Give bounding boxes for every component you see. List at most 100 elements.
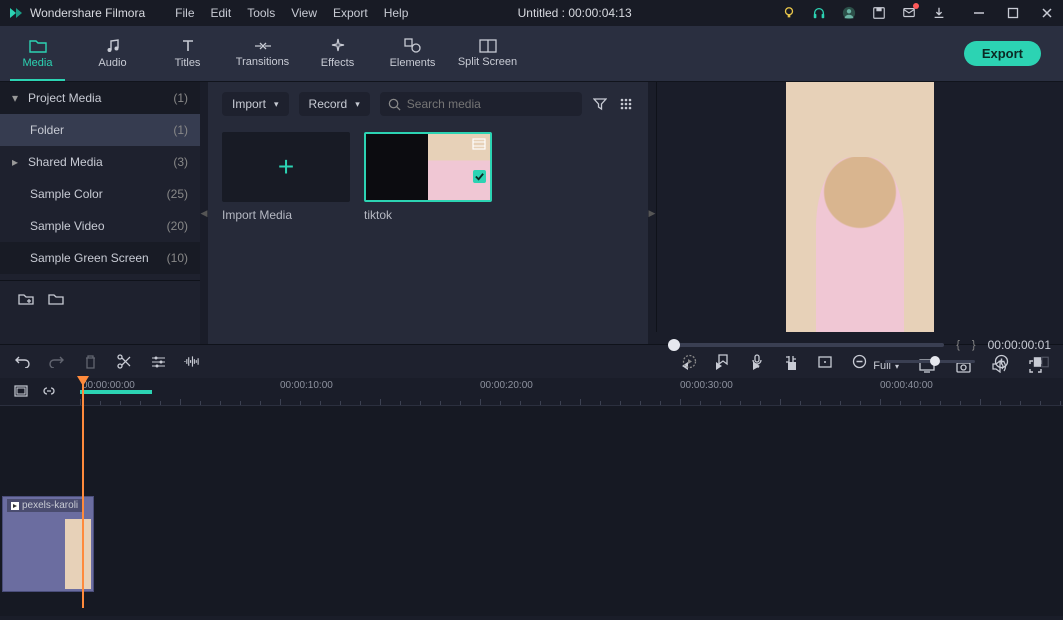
media-clip-tiktok[interactable]: tiktok [364, 132, 492, 222]
tab-splitscreen-label: Split Screen [458, 56, 517, 68]
play-icon [11, 502, 19, 510]
mixer-icon[interactable] [783, 354, 799, 370]
filmstrip-icon [472, 138, 486, 150]
menu-tools[interactable]: Tools [247, 6, 275, 20]
maximize-icon[interactable] [1005, 5, 1021, 21]
sidebar-item-shared-media[interactable]: ▸ Shared Media (3) [0, 146, 200, 178]
menu-help[interactable]: Help [384, 6, 409, 20]
save-icon[interactable] [871, 5, 887, 21]
export-button[interactable]: Export [964, 41, 1041, 66]
new-folder-icon[interactable] [18, 291, 34, 307]
project-title: Untitled : 00:00:04:13 [408, 6, 781, 20]
undo-icon[interactable] [14, 354, 30, 370]
tab-elements[interactable]: Elements [375, 26, 450, 81]
timeline-ruler[interactable]: 00:00:00:00 00:00:10:00 00:00:20:00 00:0… [80, 378, 1063, 405]
plus-icon: + [278, 151, 294, 183]
redo-icon[interactable] [48, 354, 64, 370]
tab-audio[interactable]: Audio [75, 26, 150, 81]
delete-icon[interactable] [82, 354, 98, 370]
tab-splitscreen[interactable]: Split Screen [450, 26, 525, 81]
marker-icon[interactable] [715, 354, 731, 370]
timeline-tracks[interactable]: ▸ 1 pexels-karoli [0, 406, 1063, 616]
mark-out-icon[interactable]: } [972, 339, 976, 351]
sidebar-item-sample-green[interactable]: Sample Green Screen (10) [0, 242, 200, 274]
import-media-label: Import Media [222, 208, 350, 222]
sidebar-item-label: Folder [30, 123, 173, 137]
sidebar-item-label: Shared Media [28, 155, 173, 169]
zoom-slider[interactable] [885, 360, 975, 363]
chevron-down-icon: ▾ [12, 91, 24, 105]
splitscreen-icon [479, 39, 497, 53]
media-panel: Import ▾ Record ▾ + Import Media [208, 82, 648, 344]
tab-media[interactable]: Media [0, 26, 75, 81]
ruler-time-label: 00:00:10:00 [280, 380, 333, 391]
tab-effects-label: Effects [321, 57, 354, 69]
sidebar-item-project-media[interactable]: ▾ Project Media (1) [0, 82, 200, 114]
search-media-input[interactable] [407, 97, 574, 111]
mark-in-icon[interactable]: { [956, 339, 960, 351]
chevron-down-icon: ▾ [274, 99, 279, 110]
sidebar-item-sample-video[interactable]: Sample Video (20) [0, 210, 200, 242]
sidebar-item-label: Project Media [28, 91, 173, 105]
message-icon[interactable] [901, 5, 917, 21]
lightbulb-icon[interactable] [781, 5, 797, 21]
media-clip-label: tiktok [364, 208, 492, 222]
sidebar-item-label: Sample Video [30, 219, 167, 233]
adjust-icon[interactable] [150, 354, 166, 370]
panel-collapse-icon[interactable]: ◀ [201, 208, 208, 219]
crop-icon[interactable] [817, 354, 833, 370]
menu-export[interactable]: Export [333, 6, 368, 20]
search-media-wrap [380, 92, 582, 116]
panel-collapse-icon[interactable]: ▶ [649, 208, 656, 219]
grid-view-icon[interactable] [618, 96, 634, 112]
tab-transitions[interactable]: Transitions [225, 26, 300, 81]
download-icon[interactable] [931, 5, 947, 21]
menu-file[interactable]: File [175, 6, 194, 20]
sidebar-item-count: (1) [173, 123, 188, 137]
timeline-clip[interactable]: pexels-karoli [2, 496, 94, 592]
tab-titles[interactable]: Titles [150, 26, 225, 81]
zoom-out-icon[interactable] [851, 354, 867, 370]
playhead[interactable] [82, 378, 84, 608]
preview-panel: { } 00:00:00:01 Full▾ [656, 82, 1063, 344]
app-logo-icon [8, 5, 24, 21]
music-icon [105, 38, 121, 54]
tab-audio-label: Audio [98, 57, 126, 69]
ruler-time-label: 00:00:00:00 [82, 380, 135, 391]
menu-view[interactable]: View [291, 6, 317, 20]
transitions-icon [254, 39, 272, 53]
tab-effects[interactable]: Effects [300, 26, 375, 81]
render-icon[interactable] [681, 354, 697, 370]
chevron-right-icon: ▸ [12, 155, 24, 169]
sidebar-item-count: (1) [173, 91, 188, 105]
headphones-icon[interactable] [811, 5, 827, 21]
sidebar-item-folder[interactable]: Folder (1) [0, 114, 200, 146]
import-dropdown[interactable]: Import ▾ [222, 92, 289, 116]
folder-icon[interactable] [48, 291, 64, 307]
preview-viewport[interactable] [786, 82, 934, 332]
minimize-icon[interactable] [971, 5, 987, 21]
ruler-time-label: 00:00:40:00 [880, 380, 933, 391]
zoom-fit-icon[interactable] [1033, 354, 1049, 370]
waveform-icon[interactable] [184, 354, 200, 370]
link-icon[interactable] [42, 385, 56, 399]
tab-titles-label: Titles [175, 57, 201, 69]
preview-scrubber[interactable] [668, 343, 944, 347]
search-icon [388, 98, 401, 111]
zoom-in-icon[interactable] [993, 354, 1009, 370]
chevron-down-icon: ▾ [355, 99, 360, 110]
match-frame-icon[interactable] [14, 385, 28, 399]
clip-name-label: pexels-karoli [22, 500, 78, 511]
sidebar-item-sample-color[interactable]: Sample Color (25) [0, 178, 200, 210]
sparkle-icon [330, 38, 346, 54]
sidebar-item-label: Sample Green Screen [30, 251, 167, 265]
filter-icon[interactable] [592, 96, 608, 112]
split-icon[interactable] [116, 354, 132, 370]
mic-icon[interactable] [749, 354, 765, 370]
menubar: File Edit Tools View Export Help [175, 6, 408, 20]
user-icon[interactable] [841, 5, 857, 21]
menu-edit[interactable]: Edit [211, 6, 232, 20]
import-media-card[interactable]: + Import Media [222, 132, 350, 222]
close-icon[interactable] [1039, 5, 1055, 21]
record-dropdown[interactable]: Record ▾ [299, 92, 370, 116]
